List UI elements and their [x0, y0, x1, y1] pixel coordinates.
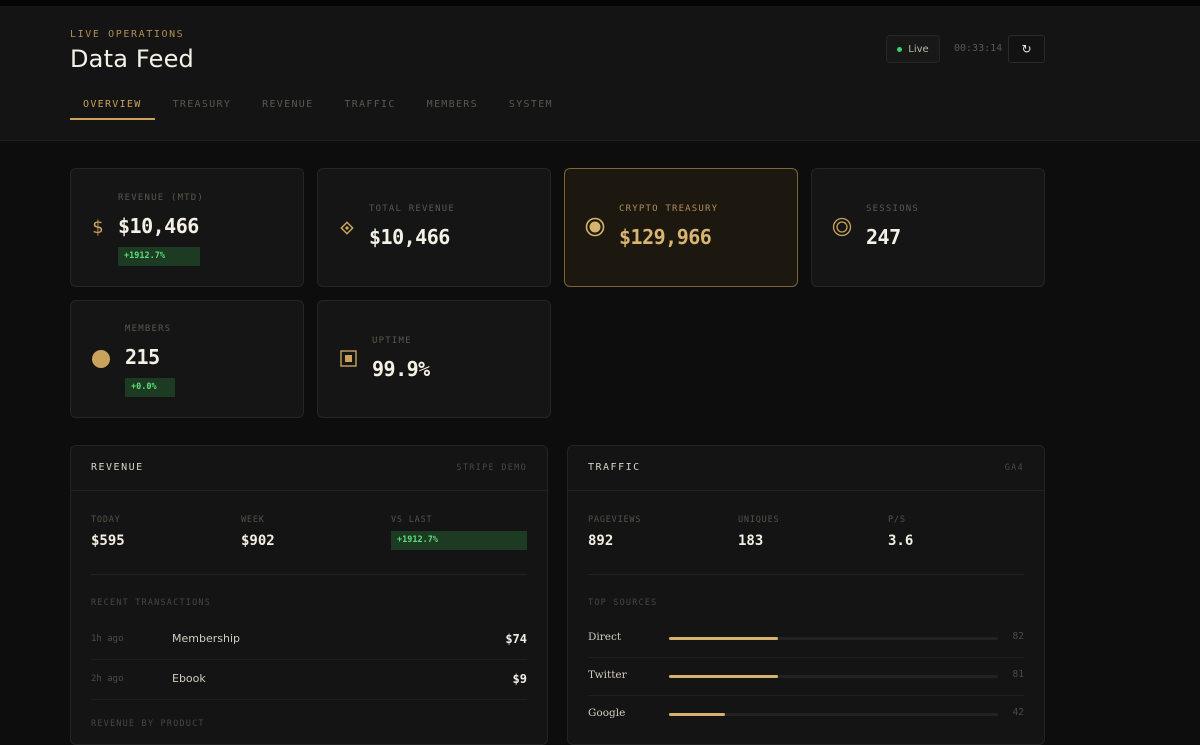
tab-treasury[interactable]: TREASURY [160, 98, 245, 120]
panel-title: REVENUE [91, 462, 144, 473]
tab-revenue[interactable]: REVENUE [249, 98, 326, 120]
nav-tabs: OVERVIEW TREASURY REVENUE TRAFFIC MEMBER… [70, 98, 571, 120]
card-uptime[interactable]: UPTIME 99.9% [317, 300, 551, 418]
stat-value: $902 [241, 533, 275, 549]
source-name: Google [588, 707, 626, 719]
section-label: REVENUE BY PRODUCT [91, 719, 205, 729]
stat-label: UNIQUES [738, 515, 780, 525]
source-count: 82 [1012, 631, 1024, 642]
stat-value: 3.6 [888, 533, 914, 549]
diamond-icon [340, 221, 354, 235]
refresh-button[interactable]: ↻ [1008, 35, 1045, 63]
section-label: RECENT TRANSACTIONS [91, 598, 212, 608]
tab-overview[interactable]: OVERVIEW [70, 98, 155, 120]
card-label: REVENUE (MTD) [118, 193, 205, 203]
live-status-badge[interactable]: Live [886, 35, 940, 63]
tab-members[interactable]: MEMBERS [414, 98, 491, 120]
section-label: TOP SOURCES [588, 598, 658, 608]
card-value: $10,466 [369, 225, 450, 249]
session-clock: 00:33:14 [954, 43, 1003, 54]
card-total-revenue[interactable]: TOTAL REVENUE $10,466 [317, 168, 551, 287]
card-revenue-mtd[interactable]: $ REVENUE (MTD) $10,466 +1912.7% [70, 168, 304, 287]
transaction-row[interactable]: 1h ago Membership $74 [91, 620, 527, 660]
source-name: Twitter [588, 669, 627, 681]
tab-traffic[interactable]: TRAFFIC [331, 98, 408, 120]
card-value: $129,966 [619, 225, 712, 249]
source-row[interactable]: Twitter 81 [588, 658, 1024, 696]
source-bar-fill [669, 675, 778, 678]
live-dot-icon [897, 46, 903, 52]
stat-label: P/S [888, 515, 906, 525]
source-bar-fill [669, 637, 778, 640]
page-eyebrow: LIVE OPERATIONS [70, 29, 185, 40]
source-bar-fill [669, 713, 725, 716]
card-label: SESSIONS [866, 204, 919, 214]
refresh-icon: ↻ [1021, 42, 1032, 56]
source-bar-track [669, 637, 998, 640]
card-value: 215 [125, 345, 160, 369]
source-row[interactable]: Direct 82 [588, 620, 1024, 658]
card-label: UPTIME [372, 336, 412, 346]
transaction-amount: $9 [512, 672, 527, 686]
stat-value: 892 [588, 533, 614, 549]
card-value: 247 [866, 225, 901, 249]
stat-value: $595 [91, 533, 125, 549]
card-value: $10,466 [118, 214, 199, 238]
card-value: 99.9% [372, 357, 430, 381]
card-delta-badge: +0.0% [125, 378, 175, 397]
source-bar-track [669, 713, 998, 716]
panel-header: REVENUE STRIPE DEMO [71, 446, 547, 491]
dollar-icon: $ [92, 216, 104, 238]
transaction-time: 1h ago [91, 634, 124, 644]
traffic-panel: TRAFFIC GA4 PAGEVIEWS 892 UNIQUES 183 P/… [567, 445, 1045, 745]
source-row[interactable]: Google 42 [588, 696, 1024, 734]
stat-label: TODAY [91, 515, 121, 525]
transaction-time: 2h ago [91, 674, 124, 684]
stat-label: WEEK [241, 515, 265, 525]
divider [91, 574, 527, 575]
card-members[interactable]: MEMBERS 215 +0.0% [70, 300, 304, 418]
panel-source-tag: STRIPE DEMO [456, 463, 527, 473]
card-sessions[interactable]: SESSIONS 247 [811, 168, 1045, 287]
target-icon [832, 217, 852, 237]
square-icon [340, 350, 357, 367]
page-header: LIVE OPERATIONS Data Feed Live 00:33:14 … [0, 6, 1200, 141]
source-name: Direct [588, 631, 622, 643]
revenue-panel: REVENUE STRIPE DEMO TODAY $595 WEEK $902… [70, 445, 548, 745]
panel-header: TRAFFIC GA4 [568, 446, 1044, 491]
stat-label: VS LAST [391, 515, 433, 525]
coin-icon [585, 217, 605, 237]
stat-label: PAGEVIEWS [588, 515, 642, 525]
transaction-amount: $74 [505, 632, 527, 646]
card-crypto-treasury[interactable]: CRYPTO TREASURY $129,966 [564, 168, 798, 287]
card-delta-badge: +1912.7% [118, 247, 200, 266]
card-label: MEMBERS [125, 324, 172, 334]
panel-source-tag: GA4 [1004, 463, 1024, 473]
source-count: 81 [1012, 669, 1024, 680]
transaction-row[interactable]: 2h ago Ebook $9 [91, 660, 527, 700]
live-label: Live [908, 43, 929, 55]
transaction-name: Ebook [172, 672, 206, 685]
source-bar-track [669, 675, 998, 678]
card-label: CRYPTO TREASURY [619, 204, 719, 214]
tab-system[interactable]: SYSTEM [496, 98, 566, 120]
stat-delta-badge: +1912.7% [391, 531, 527, 550]
card-label: TOTAL REVENUE [369, 204, 456, 214]
stat-value: 183 [738, 533, 764, 549]
transaction-name: Membership [172, 632, 240, 645]
page-title: Data Feed [70, 45, 194, 73]
divider [588, 574, 1024, 575]
source-count: 42 [1012, 707, 1024, 718]
circle-icon [91, 349, 111, 369]
panel-title: TRAFFIC [588, 462, 641, 473]
